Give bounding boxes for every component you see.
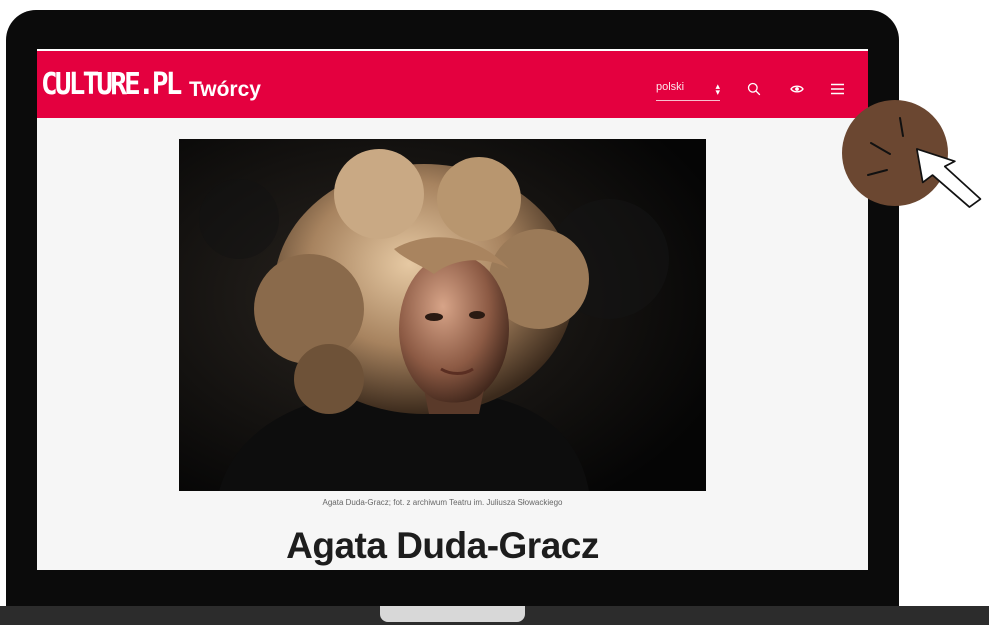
portrait-photo	[179, 139, 706, 491]
site-header: CULTURE.PL Twórcy polski ▴ ▾	[37, 49, 868, 118]
accessibility-eye-icon	[790, 85, 804, 93]
portrait-illustration	[179, 139, 706, 491]
language-select[interactable]: polski ▴ ▾	[656, 79, 720, 101]
page-title: Agata Duda-Gracz	[286, 525, 599, 566]
menu-button[interactable]	[827, 79, 847, 99]
select-arrows-icon: ▴ ▾	[715, 81, 720, 97]
photo-caption: Agata Duda-Gracz; fot. z archiwum Teatru…	[322, 498, 563, 507]
language-select-value: polski	[656, 81, 685, 93]
accessibility-button[interactable]	[787, 79, 807, 99]
click-badge-circle-icon	[842, 100, 948, 206]
click-cursor-badge	[842, 100, 987, 220]
search-icon	[747, 82, 761, 96]
laptop-mockup-stage: CULTURE.PL Twórcy polski ▴ ▾ Agata Duda-…	[0, 0, 989, 625]
browser-screen: CULTURE.PL Twórcy polski ▴ ▾ Agata Duda-…	[37, 49, 868, 570]
search-button[interactable]	[744, 79, 764, 99]
culture-pl-logo[interactable]: CULTURE.PL	[41, 67, 192, 103]
hamburger-menu-icon	[830, 83, 844, 95]
laptop-notch	[380, 606, 525, 622]
section-title[interactable]: Twórcy	[189, 79, 261, 100]
logo-text: CULTURE.PL	[41, 67, 182, 102]
